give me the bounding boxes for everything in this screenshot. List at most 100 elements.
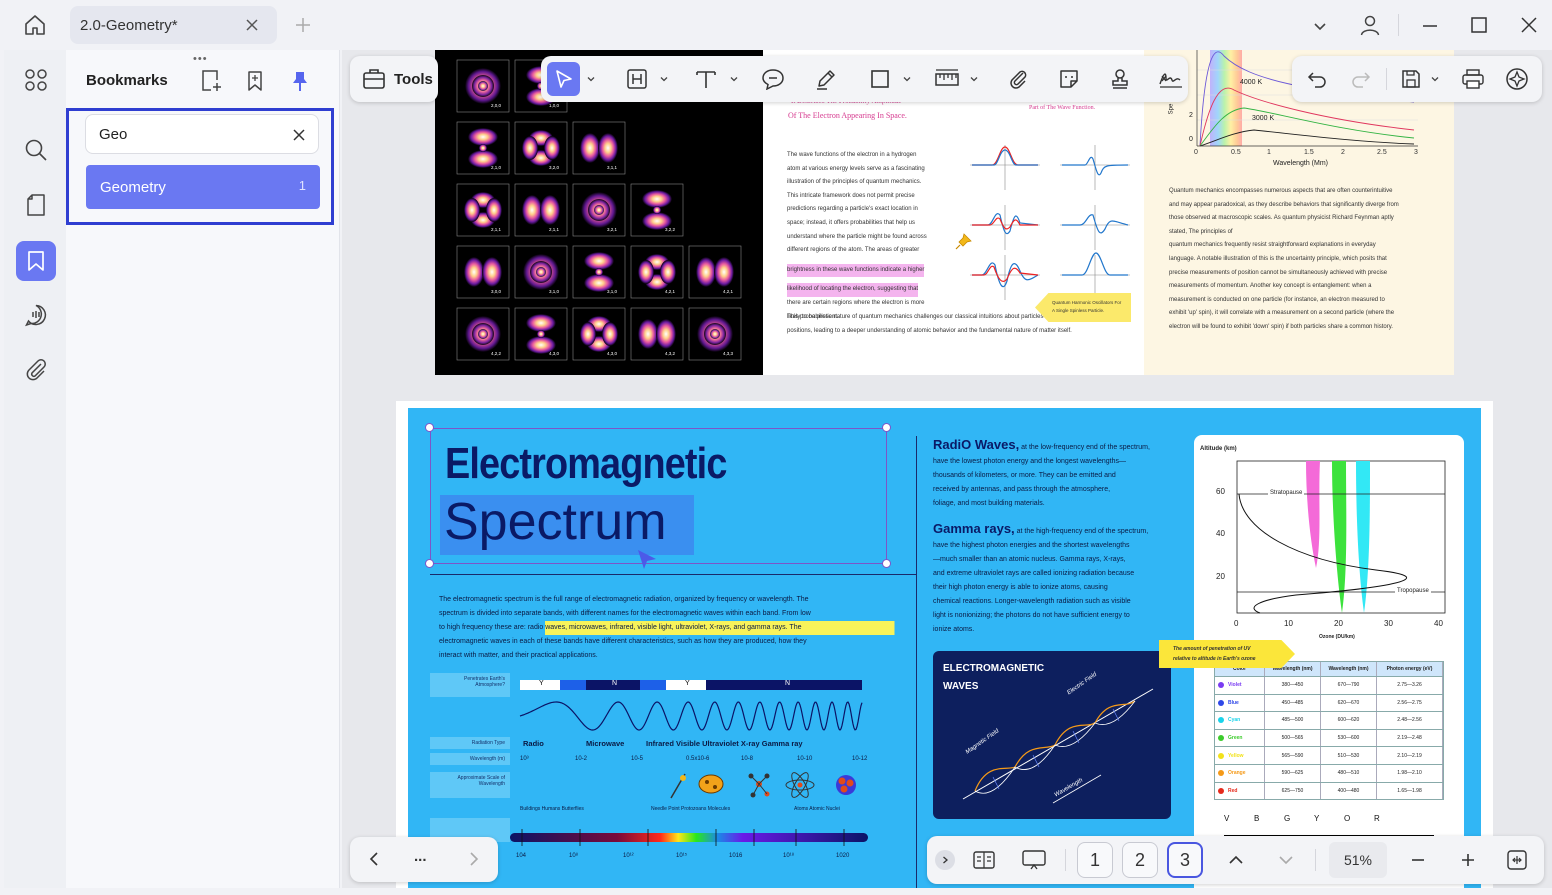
color-name: Green bbox=[1228, 735, 1243, 742]
user-icon[interactable] bbox=[1356, 11, 1384, 39]
two-page-view-icon[interactable] bbox=[967, 844, 1001, 876]
page-button-2[interactable]: 2 bbox=[1122, 842, 1158, 878]
stamp-tool-icon[interactable] bbox=[1104, 62, 1137, 96]
close-window-icon[interactable] bbox=[1515, 11, 1543, 39]
tools-button[interactable]: Tools bbox=[350, 56, 438, 102]
close-tab-icon[interactable] bbox=[240, 13, 264, 37]
chevron-down-icon[interactable] bbox=[1428, 62, 1442, 96]
collapse-chevron-icon[interactable] bbox=[935, 850, 955, 870]
drag-handle-icon[interactable]: ••• bbox=[193, 53, 208, 65]
shape-tool-icon[interactable] bbox=[863, 62, 896, 96]
note-callout[interactable]: Quantum Harmonic Oscillators For A Singl… bbox=[1035, 293, 1131, 322]
orbital-label: 2,1,0 bbox=[491, 165, 502, 170]
em-title-line1[interactable]: Electromagnetic bbox=[445, 442, 727, 486]
chevron-down-icon[interactable] bbox=[1306, 12, 1334, 40]
pin-icon[interactable] bbox=[285, 66, 315, 96]
ai-assistant-icon[interactable] bbox=[1500, 62, 1534, 96]
em-title-line2[interactable]: Spectrum bbox=[444, 496, 667, 548]
gamma-rays-section: Gamma rays, at the high-frequency end of… bbox=[933, 522, 1183, 637]
attach-tool-icon[interactable] bbox=[1001, 62, 1034, 96]
text-line: their high photon energy is able to ioni… bbox=[933, 584, 1108, 591]
add-bookmark-icon[interactable] bbox=[196, 66, 226, 96]
clear-search-icon[interactable] bbox=[288, 124, 310, 146]
select-tool-icon[interactable] bbox=[547, 62, 581, 96]
table-row: Cyan 485—500 600—620 2.48—2.56 bbox=[1214, 712, 1444, 730]
bookmark-item-geometry[interactable]: Geometry 1 bbox=[86, 165, 320, 209]
color-table: Color Wavelength (nm) Wavelength (nm) Photo… bbox=[1214, 661, 1444, 801]
tick-label: 3 bbox=[1414, 149, 1418, 156]
chevron-down-icon[interactable] bbox=[729, 62, 739, 96]
attachment-icon[interactable] bbox=[16, 350, 56, 390]
document-viewport[interactable]: 2,0,0 1,0,0 2,1,0 3,2,0 3,1,1 2,1,1 2,1,1 3,2,1… bbox=[342, 50, 1552, 888]
chevron-left-icon[interactable] bbox=[360, 845, 388, 873]
maximize-icon[interactable] bbox=[1465, 11, 1493, 39]
divider bbox=[1386, 68, 1387, 90]
fit-page-icon[interactable] bbox=[1503, 846, 1531, 874]
zoom-out-icon[interactable] bbox=[1404, 846, 1432, 874]
chevron-up-icon[interactable] bbox=[1222, 846, 1250, 874]
em-waves-title: ELECTROMAGNETIC bbox=[943, 663, 1045, 674]
orbital-label: 2,1,1 bbox=[549, 227, 560, 232]
resize-handle[interactable] bbox=[882, 423, 891, 432]
text-line: chemical reactions. Longer-wavelength ra… bbox=[933, 598, 1131, 605]
home-icon[interactable] bbox=[18, 9, 52, 41]
resize-handle[interactable] bbox=[425, 423, 434, 432]
thumbnails-icon[interactable] bbox=[16, 60, 56, 100]
page-icon[interactable] bbox=[16, 185, 56, 225]
chevron-down-icon[interactable] bbox=[969, 62, 979, 96]
text-line: have the lowest photon energy and the lo… bbox=[933, 458, 1127, 465]
comment-icon[interactable] bbox=[16, 295, 56, 335]
chevron-down-icon[interactable] bbox=[659, 62, 669, 96]
row-label-radiation: Radiation Type bbox=[430, 737, 510, 749]
document-tab[interactable]: 2.0-Geometry* bbox=[70, 6, 277, 44]
bookmark-icon[interactable] bbox=[16, 241, 56, 281]
table-cell: 380—450 bbox=[1265, 677, 1321, 694]
orbital-label: 3,1,1 bbox=[607, 165, 618, 170]
signature-tool-icon[interactable] bbox=[1155, 62, 1188, 96]
print-icon[interactable] bbox=[1456, 62, 1490, 96]
page-button-3[interactable]: 3 bbox=[1167, 842, 1203, 878]
table-cell: 670—790 bbox=[1321, 677, 1377, 694]
resize-handle[interactable] bbox=[425, 559, 434, 568]
sticker-tool-icon[interactable] bbox=[1053, 62, 1086, 96]
text-line: electromagnetic waves in each of these b… bbox=[439, 638, 807, 645]
tick-label: 10 bbox=[1284, 619, 1293, 628]
table-cell: 450—485 bbox=[1265, 694, 1321, 712]
bookmark-outline-icon[interactable] bbox=[240, 66, 270, 96]
undo-icon[interactable] bbox=[1300, 62, 1334, 96]
ozone-y-tick: 20 bbox=[1216, 572, 1225, 581]
text-tool-icon[interactable] bbox=[689, 62, 722, 96]
text-line: received by antennas, and pass through t… bbox=[933, 486, 1111, 493]
tick-label: G bbox=[1284, 814, 1291, 823]
orbital-label: 4,2,2 bbox=[491, 351, 502, 356]
uv-note[interactable]: The amount of penetration of UV relative… bbox=[1159, 640, 1295, 668]
pin-annotation-icon[interactable] bbox=[955, 232, 973, 250]
search-icon[interactable] bbox=[16, 130, 56, 170]
zoom-in-icon[interactable] bbox=[1454, 846, 1482, 874]
comment-tool-icon[interactable] bbox=[757, 62, 790, 96]
highlight-tool-icon[interactable] bbox=[620, 62, 653, 96]
pen-tool-icon[interactable] bbox=[810, 62, 843, 96]
measure-tool-icon[interactable] bbox=[930, 62, 963, 96]
color-swatch bbox=[1218, 682, 1224, 689]
zoom-level[interactable]: 51% bbox=[1329, 842, 1387, 878]
bookmark-search-input[interactable] bbox=[85, 114, 319, 154]
radiation-type: Radio bbox=[523, 739, 544, 748]
more-icon[interactable]: ... bbox=[414, 848, 427, 865]
orbital-label: 2,1,1 bbox=[491, 227, 502, 232]
chevron-down-icon[interactable] bbox=[586, 62, 596, 96]
new-tab-icon[interactable] bbox=[290, 12, 316, 38]
atm-label: N bbox=[612, 680, 618, 687]
chevron-right-icon[interactable] bbox=[460, 845, 488, 873]
resize-handle[interactable] bbox=[882, 559, 891, 568]
chevron-down-icon[interactable] bbox=[902, 62, 912, 96]
minimize-icon[interactable] bbox=[1416, 12, 1444, 40]
wavelength-values: 10³ 10-2 10-5 0.5x10-6 10-8 10-10 10-12 bbox=[520, 756, 880, 766]
file-toolbar bbox=[1292, 56, 1542, 102]
save-icon[interactable] bbox=[1394, 62, 1428, 96]
page-button-1[interactable]: 1 bbox=[1077, 842, 1113, 878]
chevron-down-icon[interactable] bbox=[1272, 846, 1300, 874]
presentation-icon[interactable] bbox=[1017, 844, 1051, 876]
redo-icon[interactable] bbox=[1344, 62, 1378, 96]
radio-waves-section: RadiO Waves, at the low-frequency end of… bbox=[933, 438, 1183, 511]
